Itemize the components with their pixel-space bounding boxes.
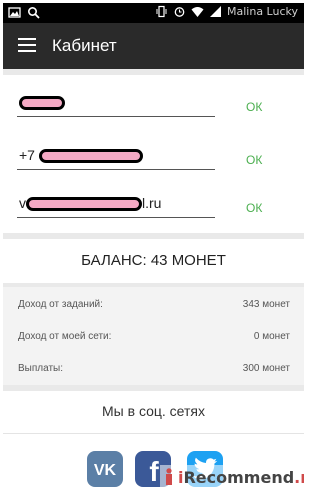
social-title: Мы в соц. сетях xyxy=(102,403,205,419)
balance-label: БАЛАНС: 43 МОНЕТ xyxy=(81,252,226,269)
vk-glyph: VK xyxy=(94,462,117,479)
contacts-card: ОК +7 ОК v l.ru ОК xyxy=(3,75,304,233)
status-bar-left xyxy=(8,6,40,19)
stat-label: Доход от заданий: xyxy=(18,299,103,310)
stat-row: Выплаты: 300 монет xyxy=(3,353,304,385)
balance-card: БАЛАНС: 43 МОНЕТ xyxy=(3,239,304,283)
carrier-label: Malina Lucky xyxy=(227,5,298,18)
stat-row: Доход от заданий: 343 монет xyxy=(3,289,304,321)
facebook-glyph: f xyxy=(149,456,159,487)
search-icon xyxy=(27,6,40,19)
stat-value: 0 монет xyxy=(253,331,290,342)
hamburger-icon[interactable] xyxy=(18,38,36,54)
name-field-value xyxy=(19,94,65,110)
irecommend-logo-icon xyxy=(166,468,172,485)
status-bar-right: Malina Lucky xyxy=(155,5,298,18)
stat-label: Доход от моей сети: xyxy=(18,331,112,342)
name-ok-button[interactable]: ОК xyxy=(246,100,262,114)
status-bar: Malina Lucky xyxy=(3,3,304,23)
divider xyxy=(3,433,304,434)
stat-row: Доход от моей сети: 0 монет xyxy=(3,321,304,353)
phone-field-prefix: +7 xyxy=(19,146,35,163)
phone-field[interactable]: +7 xyxy=(17,140,215,170)
vk-icon: VK xyxy=(94,462,117,479)
email-field-prefix: v xyxy=(19,194,26,211)
phone-ok-button[interactable]: ОК xyxy=(246,153,262,167)
email-field-value: v l.ru xyxy=(19,195,161,211)
redaction-mark xyxy=(26,197,142,211)
app-bar: Кабинет xyxy=(3,23,304,69)
watermark-suffix: .ru xyxy=(294,467,304,487)
email-ok-button[interactable]: ОК xyxy=(246,201,262,215)
stat-value: 300 монет xyxy=(242,363,290,374)
name-field[interactable] xyxy=(17,87,215,117)
phone-screen: Malina Lucky Кабинет ОК +7 ОК v l.ru ОК xyxy=(3,3,304,497)
signal-icon xyxy=(210,6,221,17)
redaction-mark xyxy=(38,149,143,163)
page-title: Кабинет xyxy=(52,36,117,55)
watermark-text: iRecommend.ru xyxy=(178,468,304,487)
phone-field-value: +7 xyxy=(19,147,143,163)
vk-button[interactable]: VK xyxy=(87,451,123,487)
watermark-name: Recommend xyxy=(183,467,295,487)
redaction-mark xyxy=(19,96,65,110)
image-icon xyxy=(8,7,21,18)
stat-label: Выплаты: xyxy=(18,363,63,374)
email-field-suffix: l.ru xyxy=(142,194,162,211)
stat-value: 343 монет xyxy=(242,299,290,310)
income-stats: Доход от заданий: 343 монет Доход от мое… xyxy=(3,287,304,385)
vibrate-icon xyxy=(156,5,167,18)
alarm-icon xyxy=(174,7,185,17)
wifi-icon xyxy=(191,7,204,17)
email-field[interactable]: v l.ru xyxy=(17,188,215,218)
irecommend-watermark: iRecommend.ru xyxy=(160,465,304,489)
